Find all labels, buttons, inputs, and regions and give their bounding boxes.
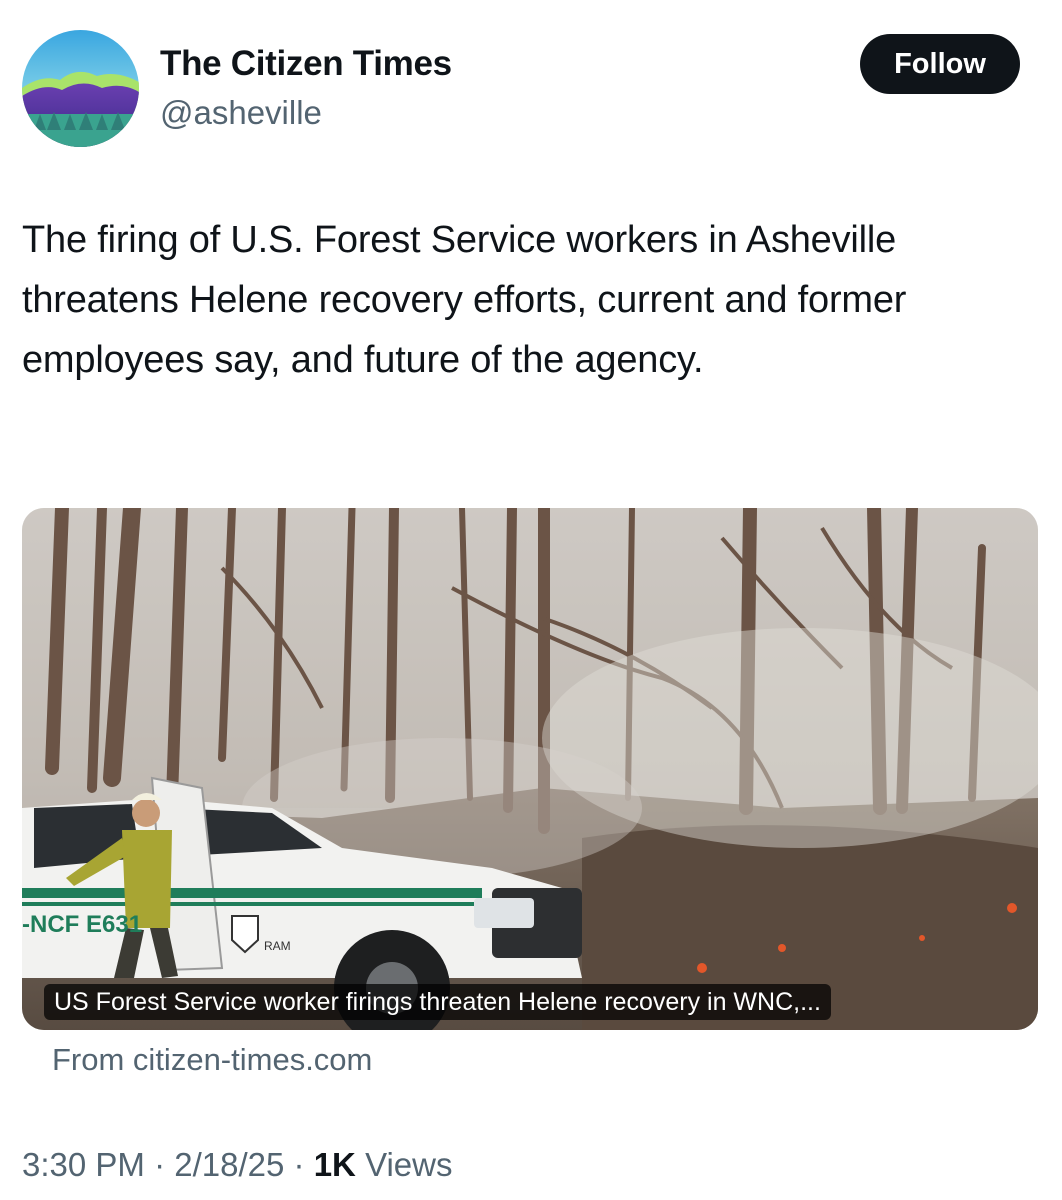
forest-fire-truck-photo: -NCF E631 RAM — [22, 508, 1038, 1030]
views-count: 1K — [313, 1146, 356, 1183]
follow-button[interactable]: Follow — [860, 34, 1020, 94]
truck-brand-marking: RAM — [264, 939, 291, 953]
account-handle[interactable]: @asheville — [160, 94, 322, 132]
views-label: Views — [365, 1146, 453, 1183]
display-name[interactable]: The Citizen Times — [160, 44, 452, 84]
truck-unit-marking: -NCF E631 — [22, 911, 142, 938]
tweet-text: The firing of U.S. Forest Service worker… — [22, 219, 907, 381]
link-card-title[interactable]: US Forest Service worker firings threate… — [44, 984, 831, 1020]
link-card[interactable]: -NCF E631 RAM US Forest Service worker f… — [22, 508, 1038, 1030]
tweet-meta: 3:30 PM · 2/18/25 · 1K Views — [22, 1146, 453, 1184]
tweet-date[interactable]: 2/18/25 — [174, 1146, 284, 1183]
mountain-landscape-logo-icon — [22, 30, 139, 147]
link-card-source[interactable]: From citizen-times.com — [52, 1042, 372, 1078]
meta-separator: · — [293, 1146, 305, 1183]
avatar[interactable] — [22, 30, 139, 147]
tweet-time[interactable]: 3:30 PM — [22, 1146, 145, 1183]
meta-separator: · — [154, 1146, 166, 1183]
tweet-page: The Citizen Times @asheville Follow The … — [0, 0, 1062, 1200]
